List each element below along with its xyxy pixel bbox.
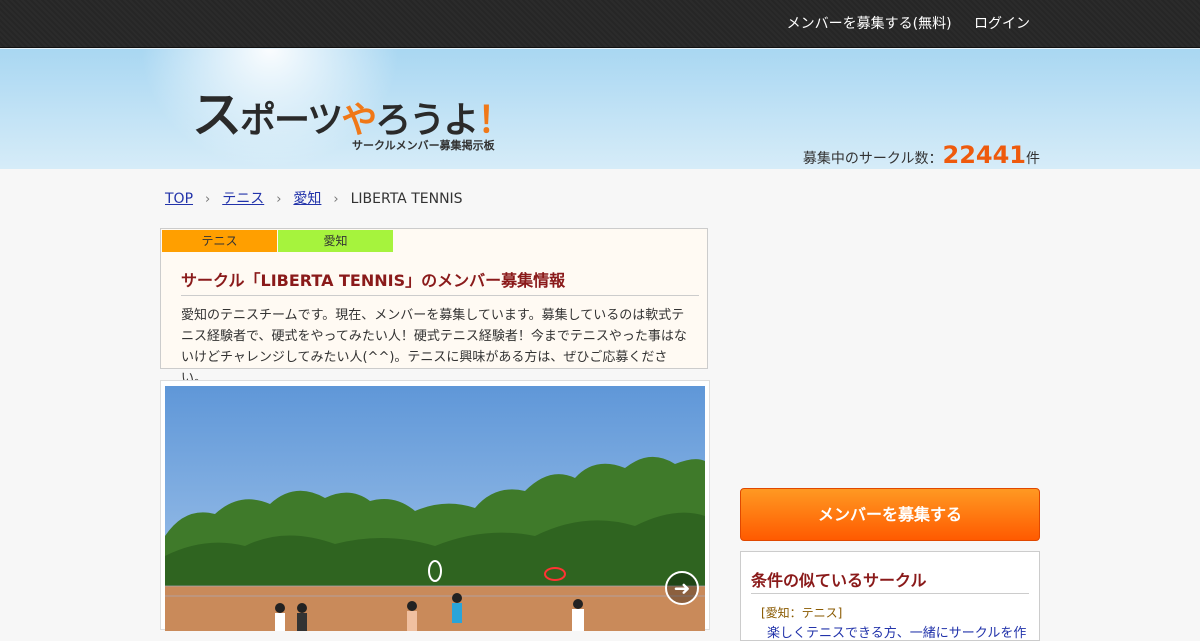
chevron-right-icon: › <box>276 192 282 207</box>
site-header: スポーツやろうよ！ サークルメンバー募集掲示板 募集中のサークル数：22441件 <box>0 48 1200 169</box>
similar-item-link[interactable]: 楽しくテニスできる方、一緒にサークルを作 <box>767 622 1026 641</box>
circle-count: 募集中のサークル数：22441件 <box>803 141 1040 169</box>
circle-count-label: 募集中のサークル数： <box>802 151 943 167</box>
breadcrumb-area[interactable]: 愛知 <box>293 191 321 207</box>
circle-info-box: テニス 愛知 サークル「LIBERTA TENNIS」のメンバー募集情報 愛知の… <box>160 228 708 386</box>
top-bar: メンバーを募集する(無料) ログイン <box>0 0 1200 48</box>
breadcrumb-current: LIBERTA TENNIS <box>350 191 463 207</box>
similar-title: 条件の似ているサークル <box>751 571 927 590</box>
divider <box>751 593 1029 594</box>
recruit-button[interactable]: メンバーを募集する <box>740 488 1040 541</box>
circle-count-value: 22441 <box>942 141 1027 169</box>
circle-count-unit: 件 <box>1026 151 1040 167</box>
photo-slider <box>160 380 710 631</box>
breadcrumb-sport[interactable]: テニス <box>222 191 264 207</box>
logo-subtitle: サークルメンバー募集掲示板 <box>352 139 495 152</box>
top-nav: メンバーを募集する(無料) ログイン <box>769 13 1030 33</box>
site-logo[interactable]: スポーツやろうよ！ サークルメンバー募集掲示板 <box>192 75 513 155</box>
similar-category: [愛知：テニス] <box>761 606 843 620</box>
sport-tag[interactable]: テニス <box>162 230 277 252</box>
recruit-free-link[interactable]: メンバーを募集する(無料) <box>787 16 952 32</box>
circle-photo <box>165 386 705 631</box>
chevron-right-icon: › <box>333 192 339 207</box>
breadcrumb: TOP › テニス › 愛知 › LIBERTA TENNIS <box>165 188 463 208</box>
breadcrumb-top[interactable]: TOP <box>165 191 193 207</box>
similar-circles-box: 条件の似ているサークル [愛知：テニス] 楽しくテニスできる方、一緒にサークルを… <box>740 551 1040 641</box>
chevron-right-icon: › <box>205 192 211 207</box>
divider <box>181 295 699 296</box>
arrow-right-icon[interactable]: ➜ <box>665 571 699 605</box>
circle-description: 愛知のテニスチームです。現在、メンバーを募集しています。募集しているのは軟式テニ… <box>181 308 687 386</box>
page-title: サークル「LIBERTA TENNIS」のメンバー募集情報 <box>181 271 566 290</box>
area-tag[interactable]: 愛知 <box>278 230 393 252</box>
login-link[interactable]: ログイン <box>974 16 1030 32</box>
